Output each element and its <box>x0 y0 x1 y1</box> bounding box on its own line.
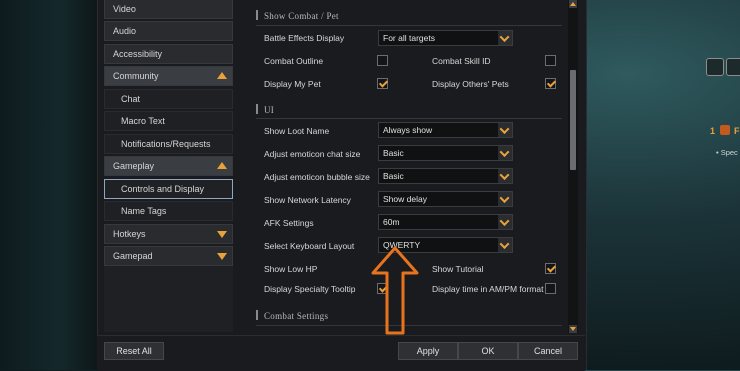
sidebar-item-label: Video <box>113 4 136 14</box>
afk-settings-label: AFK Settings <box>264 218 314 228</box>
section-title: Combat Settings <box>264 311 329 321</box>
sidebar-item-audio[interactable]: Audio <box>104 21 233 41</box>
sidebar-item-chat[interactable]: Chat <box>104 89 233 109</box>
chevron-down-icon <box>498 31 512 45</box>
chevron-down-icon <box>498 238 512 252</box>
network-latency-dropdown[interactable]: Show delay <box>378 191 513 207</box>
sidebar-item-hotkeys[interactable]: Hotkeys <box>104 224 233 244</box>
quest-detail-text: • Spec <box>716 148 738 157</box>
sidebar-item-name-tags[interactable]: Name Tags <box>104 201 233 221</box>
display-my-pet-label: Display My Pet <box>264 79 321 89</box>
display-others-pets-label: Display Others' Pets <box>432 79 509 89</box>
scroll-up-icon[interactable] <box>569 0 577 8</box>
specialty-tooltip-label: Display Specialty Tooltip <box>264 284 356 294</box>
chevron-down-icon <box>217 231 227 238</box>
reset-all-button[interactable]: Reset All <box>104 342 164 360</box>
game-background-left <box>0 0 100 370</box>
chevron-up-icon <box>217 72 227 79</box>
section-header-ui: UI <box>256 103 274 117</box>
sidebar-item-community[interactable]: Community <box>104 66 233 86</box>
section-header-combat-pet: Show Combat / Pet <box>256 9 339 23</box>
quest-icon <box>719 125 730 135</box>
sidebar-item-label: Community <box>113 71 159 81</box>
sidebar-item-label: Chat <box>121 94 141 104</box>
divider <box>256 25 562 26</box>
section-bar <box>256 310 258 320</box>
chevron-up-icon <box>217 162 227 169</box>
dropdown-value: 60m <box>383 217 400 227</box>
section-title: Show Combat / Pet <box>264 11 339 21</box>
emoticon-chat-size-dropdown[interactable]: Basic <box>378 145 513 161</box>
sidebar-item-video[interactable]: Video <box>104 0 233 19</box>
ok-button[interactable]: OK <box>458 342 518 360</box>
search-icon[interactable] <box>726 58 740 76</box>
section-header-combat-settings: Combat Settings <box>256 309 328 323</box>
emoticon-bubble-size-label: Adjust emoticon bubble size <box>264 172 370 182</box>
section-bar <box>256 104 258 114</box>
sidebar-item-accessibility[interactable]: Accessibility <box>104 44 233 64</box>
quest-letter: F <box>734 126 740 136</box>
annotation-arrow-icon <box>371 246 419 335</box>
sidebar-empty-area <box>104 266 233 332</box>
display-my-pet-checkbox[interactable] <box>377 78 388 89</box>
combat-skill-id-label: Combat Skill ID <box>432 56 491 66</box>
sidebar-item-label: Gamepad <box>113 251 153 261</box>
sidebar-item-notifications[interactable]: Notifications/Requests <box>104 134 233 154</box>
keyboard-layout-label: Select Keyboard Layout <box>264 241 355 251</box>
sidebar-item-label: Controls and Display <box>121 184 205 194</box>
dropdown-value: Basic <box>383 148 404 158</box>
dropdown-value: Show delay <box>383 194 427 204</box>
combat-skill-id-checkbox[interactable] <box>545 55 556 66</box>
chevron-down-icon <box>498 146 512 160</box>
show-loot-name-label: Show Loot Name <box>264 126 330 136</box>
scroll-down-icon[interactable] <box>569 325 577 333</box>
chevron-down-icon <box>217 253 227 260</box>
battle-effects-dropdown[interactable]: For all targets <box>378 30 513 46</box>
apply-button[interactable]: Apply <box>398 342 458 360</box>
sidebar-item-macro-text[interactable]: Macro Text <box>104 111 233 131</box>
display-others-pets-checkbox[interactable] <box>545 78 556 89</box>
sidebar-item-label: Notifications/Requests <box>121 139 211 149</box>
dropdown-value: For all targets <box>383 33 435 43</box>
combat-outline-label: Combat Outline <box>264 56 324 66</box>
dropdown-value: Basic <box>383 171 404 181</box>
emoticon-bubble-size-dropdown[interactable]: Basic <box>378 168 513 184</box>
divider <box>256 118 562 119</box>
afk-settings-dropdown[interactable]: 60m <box>378 214 513 230</box>
sidebar-item-controls-display[interactable]: Controls and Display <box>104 179 233 199</box>
quest-count: 1 <box>710 126 716 136</box>
quest-tracker: 1 F <box>710 125 740 136</box>
ampm-format-label: Display time in AM/PM format <box>432 284 544 294</box>
ampm-format-checkbox[interactable] <box>545 283 556 294</box>
sidebar-item-label: Accessibility <box>113 49 163 59</box>
show-tutorial-checkbox[interactable] <box>545 263 556 274</box>
section-title: UI <box>264 105 275 115</box>
battle-effects-label: Battle Effects Display <box>264 33 345 43</box>
sidebar-item-label: Audio <box>113 26 137 36</box>
chevron-down-icon <box>498 215 512 229</box>
chevron-down-icon <box>498 169 512 183</box>
chevron-down-icon <box>498 123 512 137</box>
sidebar-item-gameplay[interactable]: Gameplay <box>104 156 233 176</box>
network-latency-label: Show Network Latency <box>264 195 351 205</box>
scroll-thumb[interactable] <box>570 70 576 170</box>
cancel-button[interactable]: Cancel <box>518 342 578 360</box>
emoticon-chat-size-label: Adjust emoticon chat size <box>264 149 361 159</box>
show-low-hp-label: Show Low HP <box>264 264 318 274</box>
show-tutorial-label: Show Tutorial <box>432 264 484 274</box>
chevron-down-icon <box>498 192 512 206</box>
sidebar-item-label: Hotkeys <box>113 229 146 239</box>
show-loot-name-dropdown[interactable]: Always show <box>378 122 513 138</box>
sidebar-item-label: Gameplay <box>113 161 155 171</box>
map-icon[interactable] <box>706 58 724 76</box>
section-bar <box>256 10 258 20</box>
sidebar-item-label: Macro Text <box>121 116 165 126</box>
dropdown-value: Always show <box>383 125 433 135</box>
content-scrollbar[interactable] <box>568 0 578 333</box>
combat-outline-checkbox[interactable] <box>377 55 388 66</box>
sidebar-item-gamepad[interactable]: Gamepad <box>104 246 233 266</box>
sidebar-item-label: Name Tags <box>121 206 167 216</box>
